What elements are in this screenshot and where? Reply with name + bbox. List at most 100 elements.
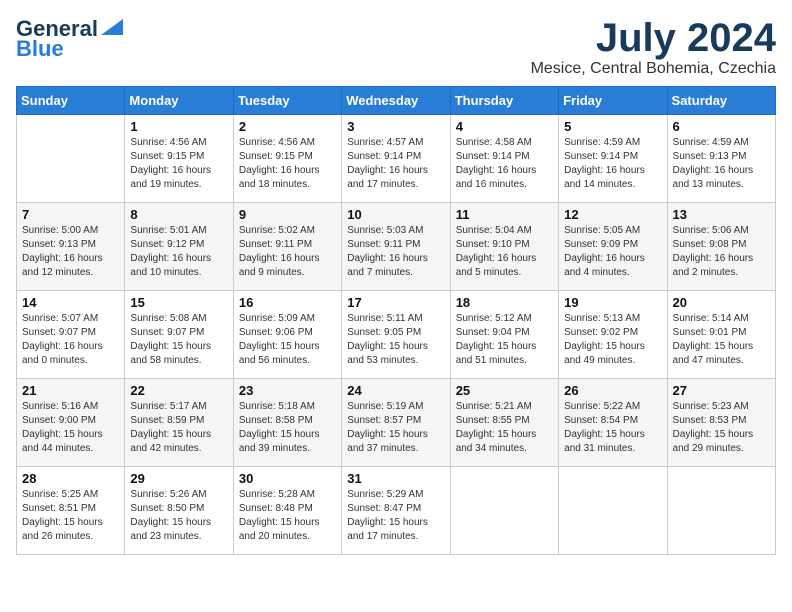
- calendar-cell: 26 Sunrise: 5:22 AMSunset: 8:54 PMDaylig…: [559, 379, 667, 467]
- cell-day-number: 6: [673, 119, 770, 134]
- cell-info: Sunrise: 5:03 AMSunset: 9:11 PMDaylight:…: [347, 225, 428, 278]
- calendar-cell: [559, 467, 667, 555]
- cell-day-number: 10: [347, 207, 444, 222]
- cell-info: Sunrise: 5:08 AMSunset: 9:07 PMDaylight:…: [130, 313, 211, 366]
- calendar-row: 14 Sunrise: 5:07 AMSunset: 9:07 PMDaylig…: [17, 291, 776, 379]
- cell-info: Sunrise: 4:59 AMSunset: 9:13 PMDaylight:…: [673, 137, 754, 190]
- weekday-header: Thursday: [450, 87, 558, 115]
- calendar-cell: 30 Sunrise: 5:28 AMSunset: 8:48 PMDaylig…: [233, 467, 341, 555]
- calendar-cell: 7 Sunrise: 5:00 AMSunset: 9:13 PMDayligh…: [17, 203, 125, 291]
- logo: General Blue: [16, 16, 123, 62]
- weekday-header: Tuesday: [233, 87, 341, 115]
- calendar-cell: 14 Sunrise: 5:07 AMSunset: 9:07 PMDaylig…: [17, 291, 125, 379]
- cell-info: Sunrise: 5:06 AMSunset: 9:08 PMDaylight:…: [673, 225, 754, 278]
- calendar-row: 7 Sunrise: 5:00 AMSunset: 9:13 PMDayligh…: [17, 203, 776, 291]
- cell-day-number: 22: [130, 383, 227, 398]
- calendar-row: 21 Sunrise: 5:16 AMSunset: 9:00 PMDaylig…: [17, 379, 776, 467]
- calendar-cell: 6 Sunrise: 4:59 AMSunset: 9:13 PMDayligh…: [667, 115, 775, 203]
- cell-day-number: 26: [564, 383, 661, 398]
- cell-day-number: 20: [673, 295, 770, 310]
- cell-info: Sunrise: 5:29 AMSunset: 8:47 PMDaylight:…: [347, 489, 428, 542]
- cell-info: Sunrise: 5:19 AMSunset: 8:57 PMDaylight:…: [347, 401, 428, 454]
- calendar-cell: 13 Sunrise: 5:06 AMSunset: 9:08 PMDaylig…: [667, 203, 775, 291]
- cell-info: Sunrise: 5:17 AMSunset: 8:59 PMDaylight:…: [130, 401, 211, 454]
- weekday-header-row: SundayMondayTuesdayWednesdayThursdayFrid…: [17, 87, 776, 115]
- calendar-cell: 29 Sunrise: 5:26 AMSunset: 8:50 PMDaylig…: [125, 467, 233, 555]
- calendar-cell: 11 Sunrise: 5:04 AMSunset: 9:10 PMDaylig…: [450, 203, 558, 291]
- calendar-cell: 12 Sunrise: 5:05 AMSunset: 9:09 PMDaylig…: [559, 203, 667, 291]
- cell-day-number: 30: [239, 471, 336, 486]
- cell-day-number: 27: [673, 383, 770, 398]
- calendar-cell: 31 Sunrise: 5:29 AMSunset: 8:47 PMDaylig…: [342, 467, 450, 555]
- cell-info: Sunrise: 5:21 AMSunset: 8:55 PMDaylight:…: [456, 401, 537, 454]
- cell-day-number: 14: [22, 295, 119, 310]
- month-title: July 2024: [531, 16, 776, 60]
- cell-day-number: 5: [564, 119, 661, 134]
- weekday-header: Wednesday: [342, 87, 450, 115]
- cell-info: Sunrise: 4:58 AMSunset: 9:14 PMDaylight:…: [456, 137, 537, 190]
- calendar-cell: [450, 467, 558, 555]
- calendar-cell: 19 Sunrise: 5:13 AMSunset: 9:02 PMDaylig…: [559, 291, 667, 379]
- calendar-cell: [17, 115, 125, 203]
- cell-info: Sunrise: 5:00 AMSunset: 9:13 PMDaylight:…: [22, 225, 103, 278]
- calendar-row: 1 Sunrise: 4:56 AMSunset: 9:15 PMDayligh…: [17, 115, 776, 203]
- calendar-cell: 23 Sunrise: 5:18 AMSunset: 8:58 PMDaylig…: [233, 379, 341, 467]
- calendar-cell: 5 Sunrise: 4:59 AMSunset: 9:14 PMDayligh…: [559, 115, 667, 203]
- calendar-cell: 27 Sunrise: 5:23 AMSunset: 8:53 PMDaylig…: [667, 379, 775, 467]
- calendar-cell: [667, 467, 775, 555]
- cell-info: Sunrise: 5:25 AMSunset: 8:51 PMDaylight:…: [22, 489, 103, 542]
- calendar-cell: 18 Sunrise: 5:12 AMSunset: 9:04 PMDaylig…: [450, 291, 558, 379]
- cell-day-number: 9: [239, 207, 336, 222]
- cell-day-number: 16: [239, 295, 336, 310]
- cell-info: Sunrise: 5:26 AMSunset: 8:50 PMDaylight:…: [130, 489, 211, 542]
- weekday-header: Monday: [125, 87, 233, 115]
- calendar-cell: 20 Sunrise: 5:14 AMSunset: 9:01 PMDaylig…: [667, 291, 775, 379]
- header: General Blue July 2024 Mesice, Central B…: [16, 16, 776, 78]
- weekday-header: Friday: [559, 87, 667, 115]
- cell-day-number: 4: [456, 119, 553, 134]
- cell-info: Sunrise: 5:23 AMSunset: 8:53 PMDaylight:…: [673, 401, 754, 454]
- cell-day-number: 8: [130, 207, 227, 222]
- calendar-cell: 15 Sunrise: 5:08 AMSunset: 9:07 PMDaylig…: [125, 291, 233, 379]
- cell-day-number: 19: [564, 295, 661, 310]
- cell-info: Sunrise: 4:57 AMSunset: 9:14 PMDaylight:…: [347, 137, 428, 190]
- cell-day-number: 24: [347, 383, 444, 398]
- cell-day-number: 31: [347, 471, 444, 486]
- title-area: July 2024 Mesice, Central Bohemia, Czech…: [531, 16, 776, 78]
- cell-info: Sunrise: 5:11 AMSunset: 9:05 PMDaylight:…: [347, 313, 428, 366]
- cell-info: Sunrise: 5:07 AMSunset: 9:07 PMDaylight:…: [22, 313, 103, 366]
- cell-info: Sunrise: 5:16 AMSunset: 9:00 PMDaylight:…: [22, 401, 103, 454]
- cell-day-number: 11: [456, 207, 553, 222]
- cell-info: Sunrise: 5:02 AMSunset: 9:11 PMDaylight:…: [239, 225, 320, 278]
- calendar-cell: 1 Sunrise: 4:56 AMSunset: 9:15 PMDayligh…: [125, 115, 233, 203]
- cell-day-number: 12: [564, 207, 661, 222]
- cell-day-number: 3: [347, 119, 444, 134]
- cell-info: Sunrise: 5:13 AMSunset: 9:02 PMDaylight:…: [564, 313, 645, 366]
- calendar-cell: 2 Sunrise: 4:56 AMSunset: 9:15 PMDayligh…: [233, 115, 341, 203]
- cell-info: Sunrise: 4:59 AMSunset: 9:14 PMDaylight:…: [564, 137, 645, 190]
- calendar-cell: 4 Sunrise: 4:58 AMSunset: 9:14 PMDayligh…: [450, 115, 558, 203]
- cell-day-number: 29: [130, 471, 227, 486]
- cell-day-number: 7: [22, 207, 119, 222]
- calendar-cell: 9 Sunrise: 5:02 AMSunset: 9:11 PMDayligh…: [233, 203, 341, 291]
- location-title: Mesice, Central Bohemia, Czechia: [531, 60, 776, 78]
- cell-info: Sunrise: 5:01 AMSunset: 9:12 PMDaylight:…: [130, 225, 211, 278]
- calendar-cell: 22 Sunrise: 5:17 AMSunset: 8:59 PMDaylig…: [125, 379, 233, 467]
- cell-day-number: 28: [22, 471, 119, 486]
- cell-day-number: 21: [22, 383, 119, 398]
- calendar-cell: 8 Sunrise: 5:01 AMSunset: 9:12 PMDayligh…: [125, 203, 233, 291]
- calendar-table: SundayMondayTuesdayWednesdayThursdayFrid…: [16, 86, 776, 555]
- cell-info: Sunrise: 5:04 AMSunset: 9:10 PMDaylight:…: [456, 225, 537, 278]
- cell-day-number: 13: [673, 207, 770, 222]
- cell-info: Sunrise: 5:22 AMSunset: 8:54 PMDaylight:…: [564, 401, 645, 454]
- cell-day-number: 2: [239, 119, 336, 134]
- cell-info: Sunrise: 5:05 AMSunset: 9:09 PMDaylight:…: [564, 225, 645, 278]
- logo-blue: Blue: [16, 36, 64, 62]
- weekday-header: Sunday: [17, 87, 125, 115]
- cell-info: Sunrise: 5:12 AMSunset: 9:04 PMDaylight:…: [456, 313, 537, 366]
- calendar-cell: 24 Sunrise: 5:19 AMSunset: 8:57 PMDaylig…: [342, 379, 450, 467]
- cell-day-number: 23: [239, 383, 336, 398]
- cell-info: Sunrise: 4:56 AMSunset: 9:15 PMDaylight:…: [130, 137, 211, 190]
- cell-info: Sunrise: 5:18 AMSunset: 8:58 PMDaylight:…: [239, 401, 320, 454]
- cell-day-number: 18: [456, 295, 553, 310]
